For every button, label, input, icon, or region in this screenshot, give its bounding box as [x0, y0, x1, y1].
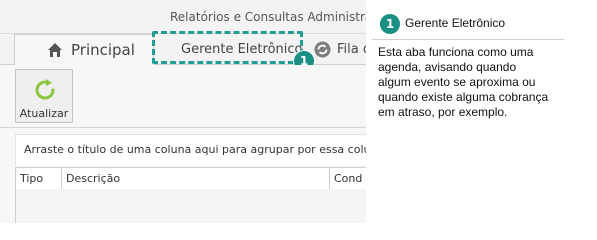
annotation-body: Esta aba funciona como uma agenda, avisa… [378, 45, 549, 119]
grid-header: Tipo Descrição Cond [15, 167, 366, 190]
grid-body [15, 189, 366, 223]
tab-fila-label: Fila d [337, 41, 366, 57]
home-icon [48, 43, 62, 57]
callout-highlight-box [152, 31, 303, 64]
app-screenshot: Relatórios e Consultas Administração Pri… [0, 0, 366, 223]
annotation-panel: 1 Gerente Eletrônico Esta aba funciona c… [372, 0, 597, 223]
tab-fila[interactable]: Fila d [314, 34, 366, 64]
annotation-divider [372, 39, 564, 40]
update-button[interactable]: Atualizar [15, 69, 73, 123]
refresh-circle-icon [314, 41, 331, 57]
window-titlebar: Relatórios e Consultas Administração [0, 0, 366, 34]
annotation-marker: 1 [380, 14, 400, 34]
window-title: Relatórios e Consultas Administração [170, 10, 366, 24]
annotation-title: Gerente Eletrônico [405, 16, 506, 30]
update-button-label: Atualizar [19, 107, 69, 120]
refresh-icon [35, 79, 55, 100]
tab-principal[interactable]: Principal [14, 34, 154, 65]
column-header-descricao[interactable]: Descrição [62, 168, 330, 189]
column-header-tipo[interactable]: Tipo [16, 168, 62, 189]
group-by-area[interactable]: Arraste o título de uma coluna aqui para… [15, 134, 366, 165]
group-by-hint: Arraste o título de uma coluna aqui para… [24, 143, 366, 156]
column-header-cond[interactable]: Cond [330, 168, 366, 189]
toolbar: Atualizar [0, 65, 366, 128]
tab-principal-label: Principal [71, 41, 135, 59]
